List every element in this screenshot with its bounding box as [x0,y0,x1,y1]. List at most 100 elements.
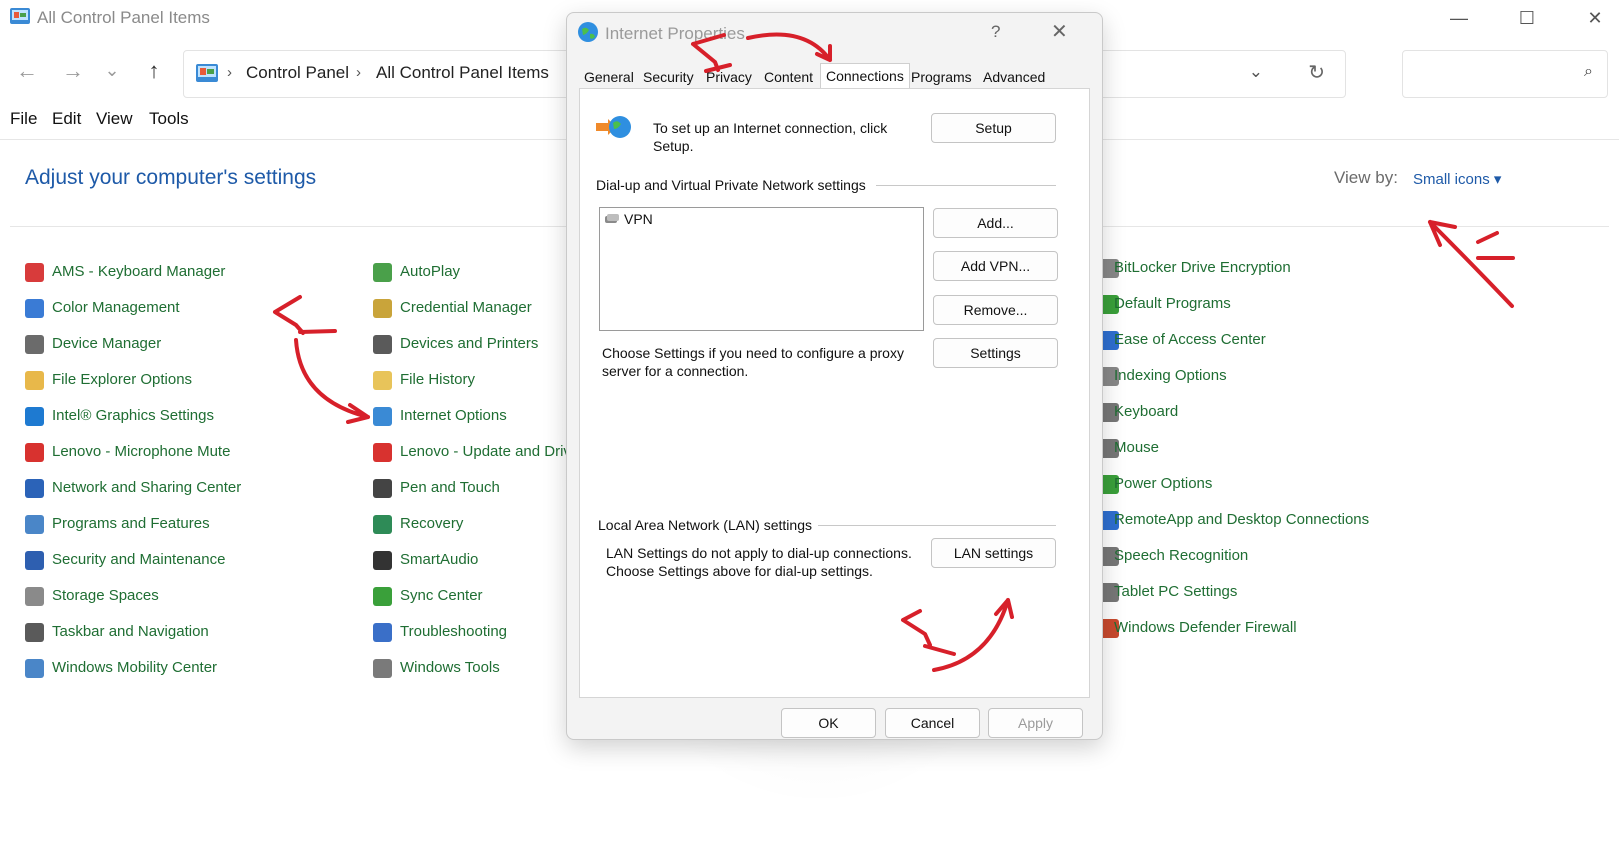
control-panel-item[interactable]: BitLocker Drive Encryption [1100,257,1420,281]
forward-button[interactable]: → [59,58,87,84]
add-button[interactable]: Add... [933,208,1058,238]
microphone-mute-icon [25,443,44,462]
settings-button[interactable]: Settings [933,338,1058,368]
vpn-list-item[interactable]: VPN [624,211,653,227]
apply-button[interactable]: Apply [988,708,1083,738]
control-panel-item[interactable]: File Explorer Options [25,369,345,393]
control-panel-item[interactable]: Keyboard [1100,401,1420,425]
control-panel-item-label: Windows Defender Firewall [1114,619,1297,636]
control-panel-item-label: RemoteApp and Desktop Connections [1114,511,1370,528]
control-panel-icon [196,64,218,82]
control-panel-item[interactable]: AMS - Keyboard Manager [25,261,345,285]
close-button[interactable]: ✕ [1572,4,1618,32]
control-panel-item-label: Keyboard [1114,403,1179,420]
credential-icon [373,299,392,318]
menu-view[interactable]: View [96,109,133,129]
items-column-3: BitLocker Drive Encryption Default Progra… [1100,257,1530,697]
up-button[interactable]: ↑ [140,58,168,84]
mobility-icon [25,659,44,678]
items-column-1: AMS - Keyboard Manager Color Management De… [25,261,355,701]
control-panel-item-label: Ease of Access Center [1114,331,1266,348]
control-panel-item[interactable]: RemoteApp and Desktop Connections [1100,509,1420,533]
tab-connections[interactable]: Connections [820,63,910,90]
tab-general[interactable]: General [579,66,639,88]
lenovo-update-icon [373,443,392,462]
control-panel-item[interactable]: Windows Mobility Center [25,657,345,681]
control-panel-item[interactable]: Indexing Options [1100,365,1420,389]
control-panel-item[interactable]: Windows Defender Firewall [1100,617,1420,641]
control-panel-item[interactable]: Storage Spaces [25,585,345,609]
control-panel-item[interactable]: Ease of Access Center [1100,329,1420,353]
add-vpn-button[interactable]: Add VPN... [933,251,1058,281]
dialog-title: Internet Properties [605,24,745,43]
view-by-label: View by: [1334,168,1398,187]
control-panel-item[interactable]: Default Programs [1100,293,1420,317]
taskbar-icon [25,623,44,642]
folder-icon [25,371,44,390]
control-panel-item[interactable]: Programs and Features [25,513,345,537]
control-panel-icon [10,8,30,24]
remove-button[interactable]: Remove... [933,295,1058,325]
control-panel-item-label: Speech Recognition [1114,547,1249,564]
control-panel-item[interactable]: Network and Sharing Center [25,477,345,501]
control-panel-item-label: Power Options [1114,475,1213,492]
tools-icon [373,659,392,678]
breadcrumb-control-panel[interactable]: Control Panel [246,63,349,83]
group-divider [876,185,1056,186]
control-panel-item-label: Security and Maintenance [52,551,226,568]
lan-description: LAN Settings do not apply to dial-up con… [606,545,912,579]
network-icon [25,479,44,498]
keyboard-icon [25,263,44,282]
minimize-button[interactable]: — [1436,4,1482,32]
control-panel-item-label: Mouse [1114,439,1160,456]
annotation-mark-1 [1476,231,1515,260]
storage-icon [25,587,44,606]
control-panel-item-label: Tablet PC Settings [1114,583,1238,600]
refresh-button[interactable]: ↻ [1308,60,1325,85]
breadcrumb-all-items[interactable]: All Control Panel Items [376,63,549,83]
setup-description: To set up an Internet connection, click … [653,120,888,154]
cancel-button[interactable]: Cancel [885,708,980,738]
help-button[interactable]: ? [991,22,1000,42]
control-panel-item[interactable]: Security and Maintenance [25,549,345,573]
control-panel-item[interactable]: Speech Recognition [1100,545,1420,569]
control-panel-item[interactable]: Device Manager [25,333,345,357]
address-dropdown-button[interactable]: ⌄ [1249,62,1263,82]
autoplay-icon [373,263,392,282]
control-panel-item[interactable]: Mouse [1100,437,1420,461]
control-panel-item-label: Windows Mobility Center [52,659,218,676]
control-panel-item[interactable]: Taskbar and Navigation [25,621,345,645]
control-panel-item-label: SmartAudio [400,551,479,568]
control-panel-item[interactable]: Power Options [1100,473,1420,497]
tab-security[interactable]: Security [638,66,699,88]
recent-locations-button[interactable]: ⌄ [98,60,126,81]
control-panel-item[interactable]: Intel® Graphics Settings [25,405,345,429]
menu-edit[interactable]: Edit [52,109,81,129]
control-panel-item[interactable]: Tablet PC Settings [1100,581,1420,605]
troubleshooting-icon [373,623,392,642]
tab-advanced[interactable]: Advanced [978,66,1050,88]
control-panel-item-label: Pen and Touch [400,479,500,496]
tab-programs[interactable]: Programs [906,66,977,88]
back-button[interactable]: ← [13,58,41,84]
tab-content[interactable]: Content [759,66,818,88]
control-panel-item-label: Devices and Printers [400,335,539,352]
lan-settings-button[interactable]: LAN settings [931,538,1056,568]
menu-tools[interactable]: Tools [149,109,189,129]
device-manager-icon [25,335,44,354]
control-panel-item[interactable]: Lenovo - Microphone Mute [25,441,345,465]
breadcrumb-separator: › [227,64,232,81]
tab-privacy[interactable]: Privacy [701,66,757,88]
control-panel-item[interactable]: Color Management [25,297,345,321]
recovery-icon [373,515,392,534]
dialog-close-button[interactable]: ✕ [1051,19,1068,44]
search-input[interactable]: ⌕ [1402,50,1608,98]
setup-button[interactable]: Setup [931,113,1056,143]
menu-file[interactable]: File [10,109,37,129]
ok-button[interactable]: OK [781,708,876,738]
maximize-button[interactable]: ☐ [1504,4,1550,32]
view-by-dropdown[interactable]: Small icons ▾ [1413,170,1501,188]
headphones-icon [373,551,392,570]
connections-list[interactable]: VPN [599,207,924,331]
sync-icon [373,587,392,606]
